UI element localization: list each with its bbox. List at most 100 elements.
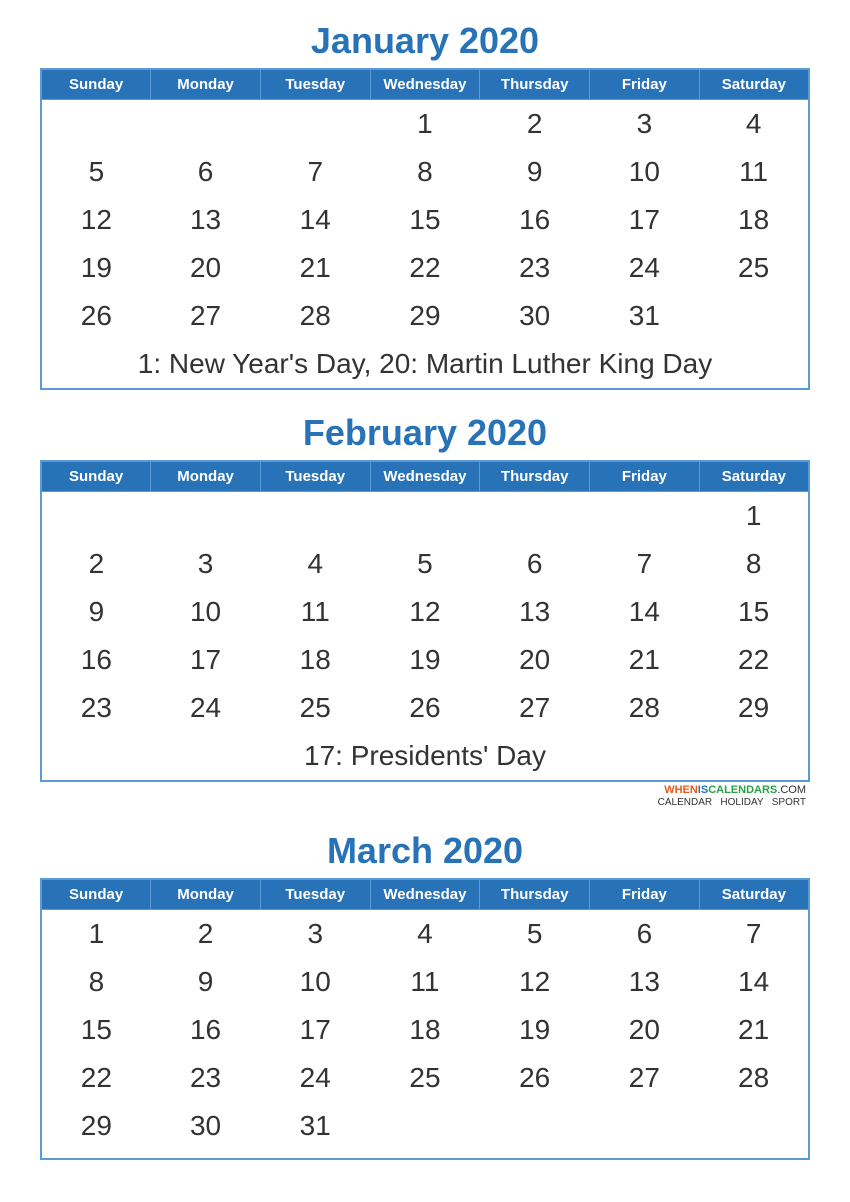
watermark-when: WHEN bbox=[664, 784, 698, 796]
day-header: Monday bbox=[151, 879, 261, 910]
calendar-day: 29 bbox=[699, 684, 809, 732]
calendar-day: 20 bbox=[480, 636, 590, 684]
calendar-table-february-2020: SundayMondayTuesdayWednesdayThursdayFrid… bbox=[40, 460, 810, 782]
calendar-day: 28 bbox=[590, 684, 700, 732]
day-header: Saturday bbox=[699, 69, 809, 100]
day-header: Monday bbox=[151, 461, 261, 492]
calendar-day bbox=[260, 100, 370, 149]
calendar-day: 13 bbox=[151, 196, 261, 244]
day-header: Tuesday bbox=[260, 879, 370, 910]
calendar-day: 10 bbox=[590, 148, 700, 196]
calendar-day: 27 bbox=[590, 1054, 700, 1102]
calendar-table-january-2020: SundayMondayTuesdayWednesdayThursdayFrid… bbox=[40, 68, 810, 390]
calendar-day: 10 bbox=[151, 588, 261, 636]
day-header: Thursday bbox=[480, 461, 590, 492]
watermark-dot: .COM bbox=[777, 784, 806, 796]
calendar-day: 3 bbox=[151, 540, 261, 588]
calendar-day: 16 bbox=[151, 1006, 261, 1054]
calendar-day: 16 bbox=[480, 196, 590, 244]
calendar-day: 9 bbox=[151, 958, 261, 1006]
calendar-day: 1 bbox=[370, 100, 480, 149]
calendar-day: 29 bbox=[41, 1102, 151, 1150]
calendar-day: 26 bbox=[370, 684, 480, 732]
calendar-day: 2 bbox=[151, 910, 261, 959]
calendar-day: 24 bbox=[151, 684, 261, 732]
calendar-day: 25 bbox=[260, 684, 370, 732]
calendar-day: 24 bbox=[590, 244, 700, 292]
calendar-day: 26 bbox=[480, 1054, 590, 1102]
day-header: Monday bbox=[151, 69, 261, 100]
calendar-day: 24 bbox=[260, 1054, 370, 1102]
month-title-january-2020: January 2020 bbox=[40, 20, 810, 62]
calendar-day: 19 bbox=[370, 636, 480, 684]
calendar-day: 5 bbox=[370, 540, 480, 588]
calendar-day bbox=[370, 492, 480, 541]
calendar-day: 30 bbox=[480, 292, 590, 340]
day-header: Tuesday bbox=[260, 69, 370, 100]
calendar-day: 7 bbox=[260, 148, 370, 196]
calendar-day: 6 bbox=[590, 910, 700, 959]
day-header: Thursday bbox=[480, 879, 590, 910]
calendar-day: 4 bbox=[260, 540, 370, 588]
calendar-day bbox=[41, 492, 151, 541]
calendar-day bbox=[260, 492, 370, 541]
calendar-day: 23 bbox=[41, 684, 151, 732]
day-header: Sunday bbox=[41, 69, 151, 100]
calendar-day: 14 bbox=[699, 958, 809, 1006]
calendar-day: 14 bbox=[260, 196, 370, 244]
calendar-day: 21 bbox=[260, 244, 370, 292]
calendar-day bbox=[370, 1102, 480, 1150]
calendar-day bbox=[480, 1102, 590, 1150]
calendar-day: 10 bbox=[260, 958, 370, 1006]
calendar-day: 6 bbox=[151, 148, 261, 196]
calendar-day: 23 bbox=[480, 244, 590, 292]
calendar-day: 13 bbox=[480, 588, 590, 636]
calendar-day: 23 bbox=[151, 1054, 261, 1102]
day-header: Wednesday bbox=[370, 879, 480, 910]
calendar-day: 27 bbox=[151, 292, 261, 340]
calendar-day: 2 bbox=[480, 100, 590, 149]
calendar-day: 1 bbox=[699, 492, 809, 541]
calendar-day bbox=[151, 492, 261, 541]
day-header: Friday bbox=[590, 879, 700, 910]
calendar-day: 18 bbox=[260, 636, 370, 684]
calendar-day: 8 bbox=[370, 148, 480, 196]
calendar-day: 3 bbox=[260, 910, 370, 959]
calendar-day bbox=[41, 100, 151, 149]
calendar-day: 11 bbox=[699, 148, 809, 196]
calendar-day: 25 bbox=[699, 244, 809, 292]
calendar-february-2020: February 2020 SundayMondayTuesdayWednesda… bbox=[40, 412, 810, 808]
calendar-day: 15 bbox=[370, 196, 480, 244]
month-title-february-2020: February 2020 bbox=[40, 412, 810, 454]
holidays-text: 17: Presidents' Day bbox=[41, 732, 809, 781]
calendar-day: 13 bbox=[590, 958, 700, 1006]
calendar-day: 20 bbox=[151, 244, 261, 292]
calendar-day: 22 bbox=[699, 636, 809, 684]
calendar-day: 22 bbox=[41, 1054, 151, 1102]
calendar-day bbox=[699, 1102, 809, 1150]
calendar-day: 7 bbox=[590, 540, 700, 588]
calendar-march-2020: March 2020SundayMondayTuesdayWednesdayTh… bbox=[40, 830, 810, 1160]
day-header: Saturday bbox=[699, 461, 809, 492]
calendar-day: 2 bbox=[41, 540, 151, 588]
day-header: Wednesday bbox=[370, 461, 480, 492]
calendar-day: 4 bbox=[370, 910, 480, 959]
calendar-day: 26 bbox=[41, 292, 151, 340]
calendar-day: 16 bbox=[41, 636, 151, 684]
calendar-day bbox=[590, 1102, 700, 1150]
calendar-day: 17 bbox=[260, 1006, 370, 1054]
day-header: Saturday bbox=[699, 879, 809, 910]
calendar-day: 27 bbox=[480, 684, 590, 732]
calendar-day bbox=[699, 292, 809, 340]
calendar-day: 22 bbox=[370, 244, 480, 292]
day-header: Sunday bbox=[41, 461, 151, 492]
calendar-day: 5 bbox=[41, 148, 151, 196]
calendar-day: 12 bbox=[370, 588, 480, 636]
day-header: Thursday bbox=[480, 69, 590, 100]
calendar-day: 18 bbox=[699, 196, 809, 244]
calendar-day: 15 bbox=[41, 1006, 151, 1054]
calendar-day bbox=[590, 492, 700, 541]
calendar-day: 21 bbox=[699, 1006, 809, 1054]
calendar-day: 12 bbox=[480, 958, 590, 1006]
calendar-day: 6 bbox=[480, 540, 590, 588]
